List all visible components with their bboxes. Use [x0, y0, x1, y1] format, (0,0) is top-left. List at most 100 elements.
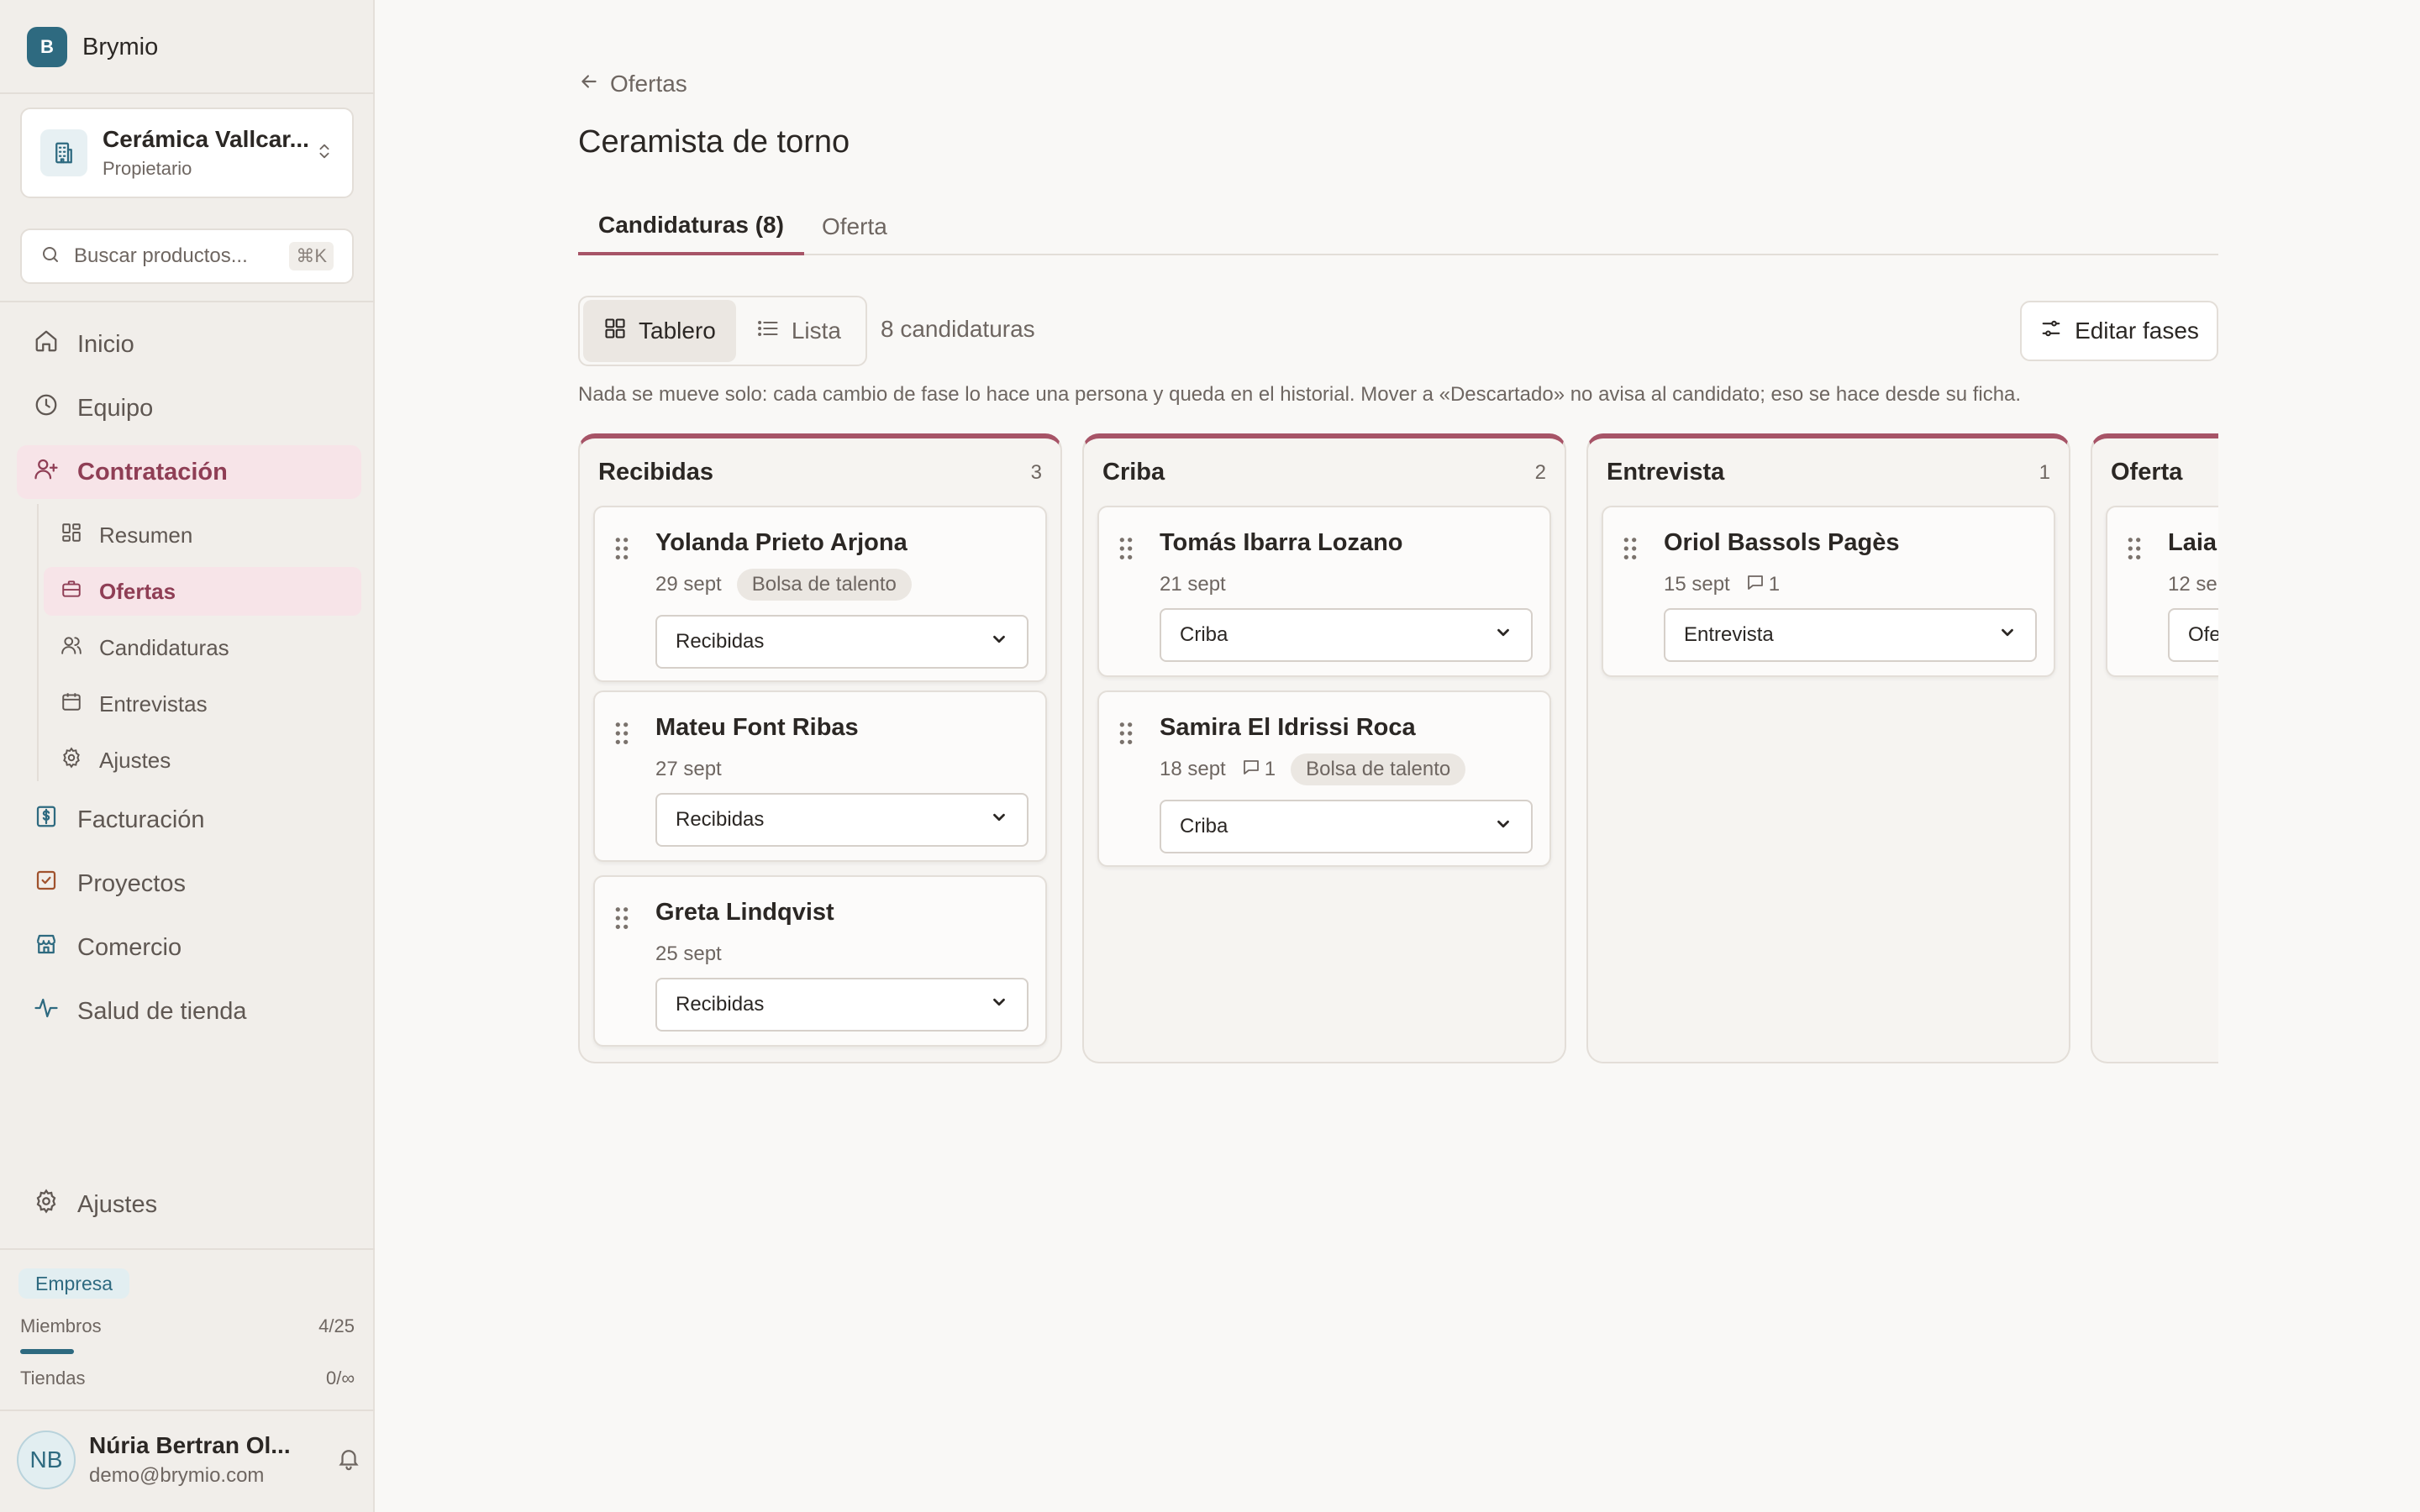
sub-label: Ofertas: [99, 578, 176, 604]
column-count: 2: [1534, 460, 1546, 484]
back-label: Ofertas: [610, 71, 687, 97]
candidate-name[interactable]: Mateu Font Ribas: [655, 714, 859, 742]
column-count: 1: [2039, 460, 2050, 484]
layout-grid-icon: [60, 522, 82, 549]
view-list-button[interactable]: Lista: [736, 300, 861, 362]
sub-item-ofertas[interactable]: Ofertas: [44, 567, 361, 616]
comments-value: 1: [1264, 758, 1276, 780]
stores-usage: Tiendas 0/∞: [20, 1368, 355, 1389]
members-progress: [20, 1349, 355, 1354]
candidate-card[interactable]: Tomás Ibarra Lozano 21 sept Criba: [1097, 506, 1551, 677]
candidaturas-count: 8 candidaturas: [881, 316, 1035, 342]
nav-item-ajustes[interactable]: Ajustes: [17, 1178, 361, 1231]
org-role: Propietario: [103, 158, 192, 179]
chevron-down-icon: [990, 808, 1008, 832]
view-board-button[interactable]: Tablero: [583, 300, 736, 362]
edit-stages-button[interactable]: Editar fases: [2020, 301, 2218, 361]
user-email: demo@brymio.com: [89, 1464, 265, 1487]
brand-name: Brymio: [82, 33, 159, 60]
sliders-icon: [2039, 317, 2063, 346]
user-menu[interactable]: NB Núria Bertran Ol... demo@brymio.com: [17, 1428, 361, 1492]
stores-value: 0/∞: [325, 1368, 355, 1389]
drag-handle-icon[interactable]: [613, 906, 630, 935]
stage-select-value: Recibidas: [676, 630, 765, 653]
search-box[interactable]: ⌘K: [20, 228, 354, 284]
nav-item-contratacion[interactable]: Contratación: [17, 445, 361, 499]
tab-candidaturas[interactable]: Candidaturas (8): [578, 198, 804, 255]
tab-oferta[interactable]: Oferta: [822, 198, 887, 255]
card-meta: 12 se: [2168, 568, 2217, 601]
drag-handle-icon[interactable]: [2126, 536, 2143, 565]
stage-select[interactable]: Ofe: [2168, 608, 2218, 662]
talent-pool-tag: Bolsa de talento: [1291, 753, 1466, 785]
candidate-card[interactable]: Yolanda Prieto Arjona 29 sept Bolsa de tal…: [593, 506, 1047, 682]
nav-item-equipo[interactable]: Equipo: [17, 381, 361, 435]
candidate-card[interactable]: Oriol Bassols Pagès 15 sept 1 Entrevista: [1602, 506, 2055, 677]
sub-item-candidaturas[interactable]: Candidaturas: [44, 623, 361, 672]
stage-select[interactable]: Recibidas: [655, 615, 1028, 669]
comments-count: 1: [1745, 572, 1780, 598]
brand[interactable]: B Brymio: [27, 27, 158, 67]
chevron-down-icon: [990, 630, 1008, 654]
candidate-card[interactable]: Laia 12 se Ofe: [2106, 506, 2218, 677]
plan-badge: Empresa: [18, 1268, 130, 1299]
bell-icon[interactable]: [336, 1446, 361, 1475]
nav-item-salud[interactable]: Salud de tienda: [17, 984, 361, 1038]
org-switcher[interactable]: Cerámica Vallcar... Propietario: [20, 108, 354, 198]
gear-icon: [60, 746, 82, 774]
drag-handle-icon[interactable]: [613, 536, 630, 565]
briefcase-icon: [60, 578, 82, 606]
kanban-board: Recibidas 3 Yolanda Prieto Arjona 29 sept Bo…: [578, 433, 2218, 1065]
chevron-down-icon: [1998, 623, 2017, 648]
edit-stages-label: Editar fases: [2075, 318, 2199, 344]
candidate-name[interactable]: Laia: [2168, 529, 2217, 557]
column-title: Recibidas: [598, 459, 713, 486]
drag-handle-icon[interactable]: [613, 721, 630, 750]
stage-select-value: Recibidas: [676, 808, 765, 831]
drag-handle-icon[interactable]: [1622, 536, 1639, 565]
checkbox-icon: [34, 868, 59, 900]
back-link[interactable]: Ofertas: [578, 67, 687, 101]
drag-handle-icon[interactable]: [1118, 721, 1134, 750]
chevron-down-icon: [1494, 623, 1512, 648]
stage-select[interactable]: Recibidas: [655, 793, 1028, 847]
sub-item-entrevistas[interactable]: Entrevistas: [44, 680, 361, 728]
stage-select[interactable]: Criba: [1160, 800, 1533, 853]
candidate-card[interactable]: Greta Lindqvist 25 sept Recibidas: [593, 875, 1047, 1047]
talent-pool-tag: Bolsa de talento: [736, 569, 912, 601]
sub-item-resumen[interactable]: Resumen: [44, 511, 361, 559]
nav-label: Contratación: [77, 458, 228, 486]
nav-label: Salud de tienda: [77, 997, 247, 1025]
calendar-icon: [60, 690, 82, 718]
nav-item-comercio[interactable]: Comercio: [17, 921, 361, 974]
stage-select-value: Ofe: [2188, 623, 2218, 646]
candidate-card[interactable]: Mateu Font Ribas 27 sept Recibidas: [593, 690, 1047, 862]
nav-label: Equipo: [77, 394, 154, 422]
view-toggle: Tablero Lista: [578, 296, 867, 366]
card-meta: 27 sept: [655, 753, 722, 786]
search-input[interactable]: [74, 244, 276, 268]
nav-item-inicio[interactable]: Inicio: [17, 318, 361, 371]
members-label: Miembros: [20, 1315, 102, 1336]
store-icon: [34, 932, 59, 963]
divider: [0, 1410, 375, 1411]
candidate-name[interactable]: Greta Lindqvist: [655, 899, 834, 927]
drag-handle-icon[interactable]: [1118, 536, 1134, 565]
candidate-name[interactable]: Tomás Ibarra Lozano: [1160, 529, 1403, 557]
card-meta: 29 sept Bolsa de talento: [655, 568, 912, 601]
nav-item-proyectos[interactable]: Proyectos: [17, 857, 361, 911]
card-date: 12 se: [2168, 573, 2217, 596]
stage-select[interactable]: Criba: [1160, 608, 1533, 662]
sub-item-ajustes[interactable]: Ajustes: [44, 736, 361, 785]
stage-select[interactable]: Recibidas: [655, 978, 1028, 1032]
candidate-name[interactable]: Samira El Idrissi Roca: [1160, 714, 1416, 742]
nav-label: Ajustes: [77, 1190, 158, 1218]
nav-item-facturacion[interactable]: Facturación: [17, 793, 361, 847]
user-name: Núria Bertran Ol...: [89, 1432, 291, 1458]
stage-select[interactable]: Entrevista: [1664, 608, 2037, 662]
candidate-name[interactable]: Yolanda Prieto Arjona: [655, 529, 908, 557]
sidebar: B Brymio Cerámica Vallcar... Propietario…: [0, 0, 375, 1512]
clock-icon: [34, 392, 59, 424]
candidate-card[interactable]: Samira El Idrissi Roca 18 sept 1 Bolsa de t…: [1097, 690, 1551, 867]
candidate-name[interactable]: Oriol Bassols Pagès: [1664, 529, 1899, 557]
